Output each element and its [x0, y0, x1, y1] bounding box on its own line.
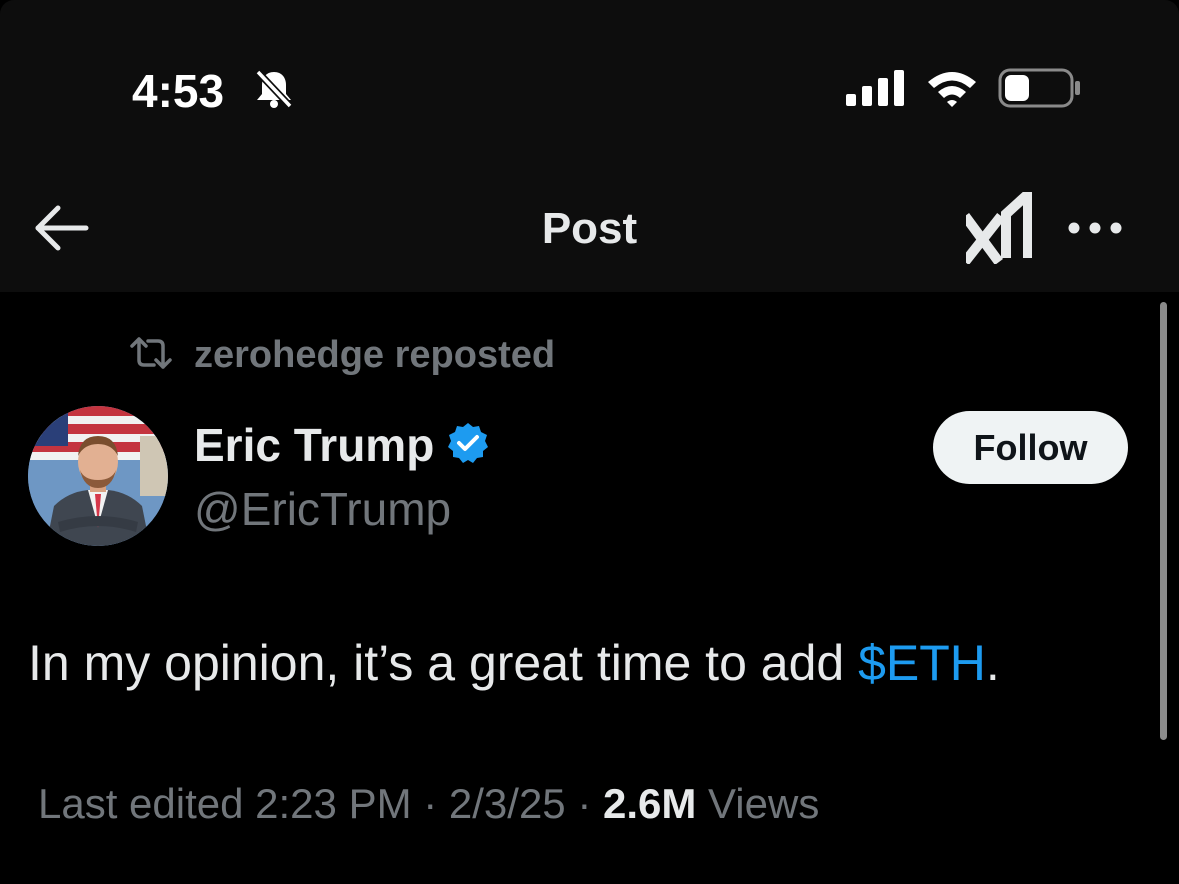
battery-icon — [998, 68, 1082, 113]
more-horizontal-icon[interactable] — [1066, 218, 1124, 243]
avatar[interactable] — [28, 406, 168, 546]
grok-icon[interactable] — [960, 182, 1033, 269]
views-count[interactable]: 2.6M — [603, 780, 696, 827]
repost-indicator: zerohedge reposted — [128, 334, 555, 377]
bell-slash-icon — [252, 68, 296, 115]
post-text-before: In my opinion, it’s a great time to add — [28, 635, 859, 691]
status-time: 4:53 — [132, 65, 225, 117]
views-label: Views — [696, 780, 820, 827]
cellular-signal-icon — [846, 70, 906, 111]
post-text-after: . — [985, 635, 1000, 691]
repost-icon — [128, 336, 174, 375]
edited-timestamp[interactable]: Last edited 2:23 PM · 2/3/25 — [38, 780, 566, 827]
post-text: In my opinion, it’s a great time to add … — [28, 634, 1000, 692]
top-bar: 4:53 Post — [0, 0, 1179, 292]
repost-label: zerohedge reposted — [194, 334, 556, 376]
follow-button[interactable]: Follow — [933, 411, 1128, 484]
cashtag-link[interactable]: $ETH — [858, 635, 986, 691]
meta-separator: · — [565, 780, 603, 827]
author-handle[interactable]: @EricTrump — [194, 482, 451, 536]
scrollbar[interactable] — [1160, 302, 1167, 740]
post-meta: Last edited 2:23 PM · 2/3/25 · 2.6M View… — [38, 780, 819, 828]
verified-badge-icon[interactable] — [446, 421, 490, 470]
author-name-row: Eric Trump — [194, 418, 490, 472]
wifi-icon — [926, 70, 978, 113]
author-name[interactable]: Eric Trump — [194, 418, 434, 472]
